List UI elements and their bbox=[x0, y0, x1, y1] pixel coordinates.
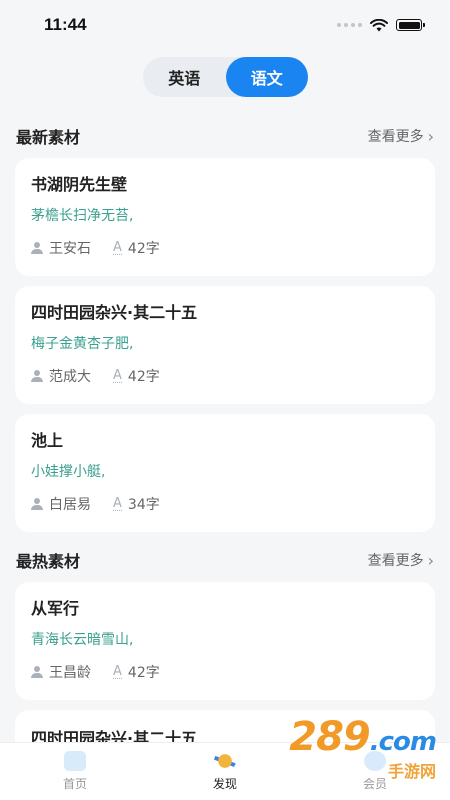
text-count-icon: A bbox=[113, 367, 122, 383]
card-count: 42字 bbox=[127, 665, 160, 681]
chevron-right-icon: › bbox=[427, 126, 434, 146]
tab-home[interactable]: 首页 bbox=[0, 743, 150, 800]
card-title: 池上 bbox=[31, 431, 64, 450]
card-excerpt: 小娃撑小艇, bbox=[31, 464, 106, 480]
card-author: 王昌龄 bbox=[49, 665, 91, 681]
watermark-number: 289 bbox=[289, 714, 370, 760]
card-meta: 白居易 A 34字 bbox=[31, 494, 419, 514]
status-bar: 11:44 bbox=[0, 0, 450, 50]
wifi-icon bbox=[370, 18, 388, 31]
tab-chinese[interactable]: 语文 bbox=[225, 57, 308, 97]
view-more-label: 查看更多 bbox=[367, 553, 424, 569]
subject-segment: 英语 语文 bbox=[143, 57, 308, 97]
card-title: 书湖阴先生壁 bbox=[31, 175, 128, 194]
tab-discover[interactable]: 发现 bbox=[150, 743, 300, 800]
material-card[interactable]: 池上 小娃撑小艇, 白居易 A 34字 bbox=[15, 414, 435, 532]
view-more-link[interactable]: 查看更多 › bbox=[368, 550, 434, 570]
card-excerpt: 青海长云暗雪山, bbox=[31, 632, 134, 648]
battery-icon bbox=[396, 19, 425, 31]
home-icon bbox=[64, 751, 86, 771]
card-meta: 王昌龄 A 42字 bbox=[31, 662, 419, 682]
material-card[interactable]: 从军行 青海长云暗雪山, 王昌龄 A 42字 bbox=[15, 582, 435, 700]
text-count-icon: A bbox=[113, 663, 122, 679]
card-author: 白居易 bbox=[49, 497, 91, 513]
signal-icon bbox=[337, 23, 362, 27]
tab-discover-label: 发现 bbox=[212, 777, 237, 791]
material-card[interactable]: 书湖阴先生壁 茅檐长扫净无苔, 王安石 A 42字 bbox=[15, 158, 435, 276]
watermark-logo: 289.com 手游网 bbox=[289, 714, 437, 782]
card-title: 从军行 bbox=[31, 599, 80, 618]
text-count-icon: A bbox=[113, 495, 122, 511]
view-more-label: 查看更多 bbox=[367, 129, 424, 145]
person-icon bbox=[31, 498, 43, 510]
status-time: 11:44 bbox=[44, 15, 87, 34]
card-count: 34字 bbox=[127, 497, 160, 513]
card-author: 范成大 bbox=[49, 369, 91, 385]
section-title: 最新素材 bbox=[16, 128, 81, 147]
card-count: 42字 bbox=[127, 369, 160, 385]
material-card[interactable]: 四时田园杂兴·其二十五 梅子金黄杏子肥, 范成大 A 42字 bbox=[15, 286, 435, 404]
card-excerpt: 茅檐长扫净无苔, bbox=[31, 208, 134, 224]
tab-home-label: 首页 bbox=[62, 777, 87, 791]
view-more-link[interactable]: 查看更多 › bbox=[368, 126, 434, 146]
person-icon bbox=[31, 370, 43, 382]
discover-icon bbox=[214, 751, 236, 771]
tab-english[interactable]: 英语 bbox=[143, 57, 226, 97]
section-hot-header: 最热素材 查看更多 › bbox=[16, 548, 434, 572]
watermark-suffix: .com bbox=[369, 727, 437, 757]
section-title: 最热素材 bbox=[16, 552, 81, 571]
card-title: 四时田园杂兴·其二十五 bbox=[31, 303, 198, 322]
card-author: 王安石 bbox=[49, 241, 91, 257]
card-meta: 王安石 A 42字 bbox=[31, 238, 419, 258]
card-meta: 范成大 A 42字 bbox=[31, 366, 419, 386]
card-excerpt: 梅子金黄杏子肥, bbox=[31, 336, 134, 352]
person-icon bbox=[31, 242, 43, 254]
section-latest-header: 最新素材 查看更多 › bbox=[16, 124, 434, 148]
text-count-icon: A bbox=[113, 239, 122, 255]
card-count: 42字 bbox=[127, 241, 160, 257]
status-icons bbox=[337, 18, 425, 32]
person-icon bbox=[31, 666, 43, 678]
chevron-right-icon: › bbox=[427, 550, 434, 570]
